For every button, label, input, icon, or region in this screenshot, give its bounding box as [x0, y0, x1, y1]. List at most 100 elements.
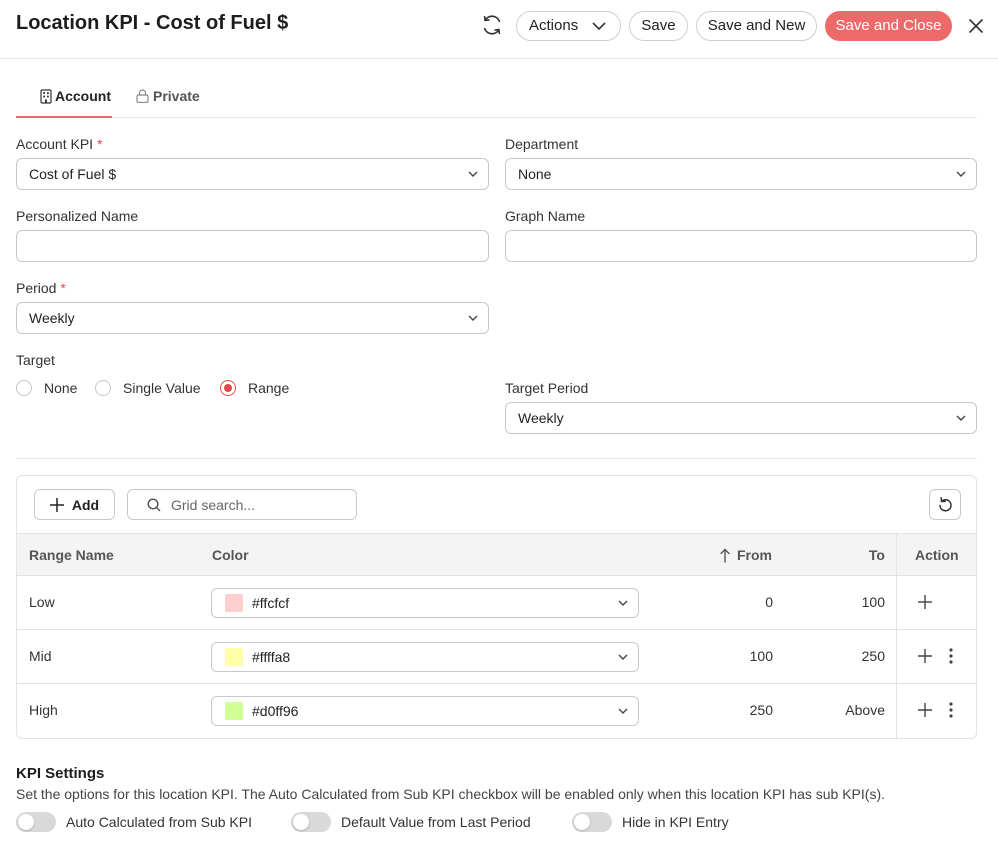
tab-private-label: Private: [153, 88, 200, 104]
ranges-grid: Add Range Name Color From To Action Low …: [16, 475, 977, 739]
action-column-divider: [896, 533, 897, 738]
table-row: Mid #ffffa8 100 250: [17, 630, 976, 684]
period-label: Period *: [16, 280, 66, 296]
toggle-label: Default Value from Last Period: [341, 814, 531, 830]
range-name-cell: Mid: [29, 648, 52, 664]
color-swatch: [225, 648, 243, 666]
toggle-label: Hide in KPI Entry: [622, 814, 729, 830]
toggle-knob: [574, 814, 590, 830]
more-vertical-icon[interactable]: [948, 647, 954, 665]
target-period-value: Weekly: [518, 410, 564, 426]
to-cell: 250: [861, 648, 885, 664]
color-select[interactable]: #ffffa8: [211, 642, 639, 672]
account-kpi-label: Account KPI *: [16, 136, 102, 152]
grid-search[interactable]: [127, 489, 357, 520]
from-cell: 0: [765, 594, 773, 610]
from-cell: 100: [749, 648, 773, 664]
actions-button[interactable]: Actions: [516, 11, 621, 41]
more-vertical-icon[interactable]: [948, 701, 954, 719]
target-period-label: Target Period: [505, 380, 589, 396]
color-value: #ffcfcf: [252, 595, 290, 611]
chevron-down-icon: [956, 415, 966, 421]
color-swatch: [225, 594, 243, 612]
grid-header-row: Range Name Color From To Action: [17, 533, 976, 576]
chevron-down-icon: [468, 171, 478, 177]
toggle-switch: [16, 812, 56, 832]
grid-search-input[interactable]: [169, 496, 349, 514]
to-cell: 100: [861, 594, 885, 610]
table-row: Low #ffcfcf 0 100: [17, 576, 976, 630]
target-radio-single-value[interactable]: Single Value: [95, 380, 201, 396]
tab-bar: Account Private: [16, 80, 977, 118]
refresh-icon[interactable]: [481, 14, 503, 36]
kpi-settings-title: KPI Settings: [16, 765, 105, 782]
tab-private[interactable]: Private: [136, 88, 226, 118]
close-icon[interactable]: [966, 16, 986, 36]
table-row: High #d0ff96 250 Above: [17, 684, 976, 738]
toggle-knob: [18, 814, 34, 830]
required-mark: *: [60, 280, 66, 296]
account-kpi-value: Cost of Fuel $: [29, 166, 117, 182]
save-and-close-button[interactable]: Save and Close: [825, 11, 952, 41]
toggle-default-value-last-period[interactable]: Default Value from Last Period: [291, 812, 531, 832]
target-radio-range[interactable]: Range: [220, 380, 289, 396]
column-header-to[interactable]: To: [869, 547, 885, 563]
column-header-range-name[interactable]: Range Name: [29, 547, 114, 563]
actions-label: Actions: [529, 17, 579, 34]
sort-ascending-icon: [720, 548, 730, 563]
radio-label: None: [44, 380, 78, 396]
column-header-from[interactable]: From: [737, 547, 772, 563]
target-label: Target: [16, 352, 55, 368]
chevron-down-icon: [592, 22, 606, 31]
target-period-select[interactable]: Weekly: [505, 402, 977, 434]
period-label-text: Period: [16, 280, 57, 296]
save-button[interactable]: Save: [629, 11, 688, 41]
chevron-down-icon: [618, 600, 628, 606]
add-row-icon[interactable]: [917, 702, 933, 718]
chevron-down-icon: [618, 654, 628, 660]
graph-name-input[interactable]: [505, 230, 977, 262]
range-name-cell: Low: [29, 594, 55, 610]
from-cell: 250: [749, 702, 773, 718]
tab-account[interactable]: Account: [16, 88, 112, 118]
tab-account-label: Account: [55, 88, 111, 104]
toggle-label: Auto Calculated from Sub KPI: [66, 814, 252, 830]
column-header-action: Action: [915, 547, 959, 563]
personalized-name-label: Personalized Name: [16, 208, 139, 224]
toggle-hide-in-kpi-entry[interactable]: Hide in KPI Entry: [572, 812, 729, 832]
graph-name-label: Graph Name: [505, 208, 586, 224]
color-swatch: [225, 702, 243, 720]
department-label: Department: [505, 136, 579, 152]
department-select[interactable]: None: [505, 158, 977, 190]
account-kpi-label-text: Account KPI: [16, 136, 94, 152]
personalized-name-input[interactable]: [16, 230, 489, 262]
color-select[interactable]: #ffcfcf: [211, 588, 639, 618]
page-title: Location KPI - Cost of Fuel $: [16, 12, 289, 34]
reset-grid-button[interactable]: [929, 489, 961, 520]
range-name-cell: High: [29, 702, 58, 718]
color-value: #ffffa8: [252, 649, 291, 665]
add-row-icon[interactable]: [917, 594, 933, 610]
radio-label: Single Value: [123, 380, 201, 396]
plus-icon: [49, 497, 64, 512]
chevron-down-icon: [618, 708, 628, 714]
add-row-icon[interactable]: [917, 648, 933, 664]
account-kpi-select[interactable]: Cost of Fuel $: [16, 158, 489, 190]
period-select[interactable]: Weekly: [16, 302, 489, 334]
radio-circle: [95, 380, 111, 396]
chevron-down-icon: [956, 171, 966, 177]
column-header-color[interactable]: Color: [212, 547, 249, 563]
toggle-auto-calculated[interactable]: Auto Calculated from Sub KPI: [16, 812, 252, 832]
add-range-button[interactable]: Add: [34, 489, 115, 520]
lock-icon: [136, 89, 149, 103]
save-and-new-button[interactable]: Save and New: [696, 11, 817, 41]
chevron-down-icon: [468, 315, 478, 321]
toggle-switch: [572, 812, 612, 832]
radio-label: Range: [248, 380, 290, 396]
target-radio-none[interactable]: None: [16, 380, 77, 396]
to-cell: Above: [845, 702, 885, 718]
color-select[interactable]: #d0ff96: [211, 696, 639, 726]
period-value: Weekly: [29, 310, 75, 326]
radio-circle: [16, 380, 32, 396]
add-label: Add: [71, 496, 100, 513]
